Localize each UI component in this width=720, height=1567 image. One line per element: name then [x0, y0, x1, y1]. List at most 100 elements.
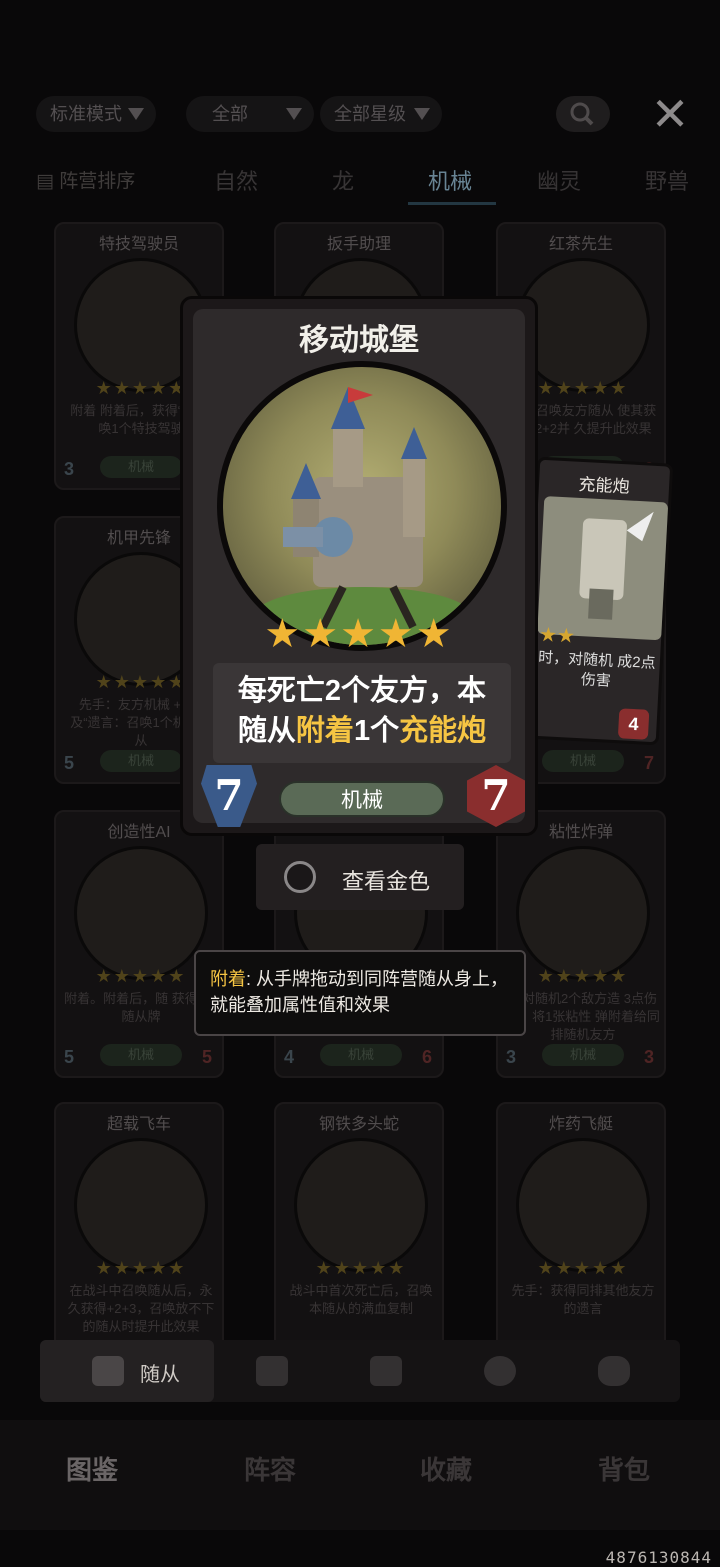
card-health: 7	[643, 753, 654, 773]
sort-icon: ▤	[36, 171, 54, 192]
subtab-spells-icon[interactable]	[256, 1356, 288, 1386]
user-id: 4876130844	[605, 1548, 712, 1567]
tab-mech[interactable]: 机械	[428, 164, 472, 196]
card-attack: 3	[64, 459, 75, 479]
search-button[interactable]	[556, 96, 610, 132]
card-attack: 4	[284, 1047, 295, 1067]
featured-card-stars: ★★★★★	[264, 612, 454, 656]
card-name: 扳手助理	[326, 236, 391, 253]
card-attack: 5	[64, 1047, 75, 1067]
card-stars: ★★★★★	[537, 1258, 629, 1278]
card-health: 4	[617, 708, 650, 740]
subtab-heroes-icon[interactable]	[484, 1356, 516, 1386]
card-tribe-tag: 机械	[100, 456, 182, 478]
featured-card-moving-castle[interactable]: 移动城堡 ★★★★★ 每死亡2个友方，本 随从附着1个充能炮 7 机械 7	[180, 296, 538, 836]
featured-card-name: 移动城堡	[299, 324, 419, 357]
view-gold-label: 查看金色	[342, 869, 431, 894]
scope-filter-label: 全部	[212, 104, 248, 124]
scope-filter-dropdown[interactable]: 全部	[186, 96, 314, 132]
desc-line-1: 每死亡2个友方，本	[237, 675, 487, 707]
active-tab-indicator	[408, 202, 496, 205]
card-overload-car[interactable]: 超载飞车 ★★★★★ 在战斗中召唤随从后，永久获得+2+3，召唤放不下的随从时提…	[54, 1102, 224, 1370]
radio-button[interactable]	[284, 861, 316, 893]
featured-card-art	[217, 361, 507, 651]
card-art	[294, 1138, 428, 1272]
card-art	[516, 846, 650, 980]
card-name: 钢铁多头蛇	[318, 1116, 399, 1133]
keyword-charge-cannon[interactable]: 充能炮	[399, 715, 486, 747]
card-tribe-tag: 机械	[320, 1044, 402, 1066]
card-name: 充能炮	[578, 474, 631, 497]
stars-filter-dropdown[interactable]: 全部星级	[320, 96, 442, 132]
tab-beast[interactable]: 野兽	[645, 164, 689, 196]
card-desc: 时，对随机 成2点伤害	[537, 648, 656, 690]
keyword-attach[interactable]: 附着	[296, 715, 354, 747]
castle-art-icon	[253, 387, 473, 645]
card-art	[74, 846, 208, 980]
nav-collection[interactable]: 收藏	[420, 1450, 472, 1487]
close-icon: ✕	[650, 88, 690, 140]
card-health: 3	[643, 1047, 654, 1067]
view-gold-toggle[interactable]: 查看金色	[256, 844, 464, 910]
card-name: 红茶先生	[548, 236, 613, 253]
featured-card-tribe-tag: 机械	[279, 781, 445, 817]
minion-card-icon	[92, 1356, 124, 1386]
card-attack: 5	[64, 753, 75, 773]
card-name: 炸药飞艇	[548, 1116, 613, 1133]
desc-text: 1个	[353, 715, 400, 747]
collection-subtabs: 随从	[40, 1340, 680, 1402]
desc-text: 随从	[237, 715, 296, 747]
tooltip-text: : 从手牌拖动到同阵营随从身上，就能叠加属性值和效果	[210, 969, 509, 1015]
card-stars: ★★	[538, 623, 576, 648]
featured-card-desc: 每死亡2个友方，本 随从附着1个充能炮	[213, 663, 511, 763]
stars-filter-label: 全部星级	[334, 104, 406, 124]
nav-lineup[interactable]: 阵容	[244, 1450, 296, 1487]
tab-nature[interactable]: 自然	[214, 164, 258, 196]
card-health: 5	[201, 1047, 212, 1067]
card-stars: ★★★★★	[95, 1258, 187, 1278]
card-stars: ★★★★★	[537, 966, 629, 986]
faction-sort-button[interactable]: ▤ 阵营排序	[36, 166, 135, 193]
card-health: 6	[421, 1047, 432, 1067]
chevron-down-icon	[286, 108, 302, 120]
subtab-pets-icon[interactable]	[598, 1356, 630, 1386]
card-desc: 在战斗中召唤随从后，永久获得+2+3，召唤放不下的随从时提升此效果	[67, 1283, 215, 1334]
card-explosive-airship[interactable]: 炸药飞艇 ★★★★★ 先手：获得同排其他友方的遗言	[496, 1102, 666, 1370]
subtab-items-icon[interactable]	[370, 1356, 402, 1386]
nav-backpack[interactable]: 背包	[598, 1450, 650, 1487]
mode-filter-dropdown[interactable]: 标准模式	[36, 96, 156, 132]
card-tribe-tag: 机械	[100, 750, 182, 772]
card-steel-hydra[interactable]: 钢铁多头蛇 ★★★★★ 战斗中首次死亡后，召唤本随从的满血复制	[274, 1102, 444, 1370]
card-desc: ：对随机2个敌方造 3点伤害，将1张粘性 弹附着给同排随机友方	[506, 991, 660, 1042]
card-stars: ★★★★★	[315, 1258, 407, 1278]
filter-bar: 标准模式 全部 全部星级 ✕	[36, 90, 696, 138]
subtab-minions[interactable]: 随从	[40, 1340, 214, 1402]
tab-ghost[interactable]: 幽灵	[537, 164, 581, 196]
card-art	[516, 1138, 650, 1272]
keyword-tooltip: 附着: 从手牌拖动到同阵营随从身上，就能叠加属性值和效果	[194, 950, 526, 1036]
faction-tabs: ▤ 阵营排序 自然 龙 机械 幽灵 野兽	[0, 160, 720, 206]
mode-filter-label: 标准模式	[50, 104, 122, 124]
subtab-minions-label: 随从	[140, 1364, 180, 1386]
card-art	[74, 1138, 208, 1272]
card-tribe-tag: 机械	[542, 750, 624, 772]
nav-codex[interactable]: 图鉴	[66, 1450, 118, 1487]
cannon-art-icon	[579, 511, 654, 620]
card-creative-ai[interactable]: 创造性AI ★★★★★ 附着。附着后，随 获得1张随从牌 5 机械 5	[54, 810, 224, 1078]
card-desc: 战斗中首次死亡后，召唤本随从的满血复制	[289, 1283, 433, 1316]
card-art	[537, 496, 669, 641]
card-name: 超载飞车	[106, 1116, 171, 1133]
faction-sort-label: 阵营排序	[59, 171, 136, 192]
card-tribe-tag: 机械	[542, 1044, 624, 1066]
card-desc: 先手：获得同排其他友方的遗言	[511, 1283, 655, 1316]
tooltip-term: 附着	[210, 969, 246, 989]
card-sticky-bomb[interactable]: 粘性炸弹 ★★★★★ ：对随机2个敌方造 3点伤害，将1张粘性 弹附着给同排随机…	[496, 810, 666, 1078]
card-attack: 3	[506, 1047, 517, 1067]
tab-dragon[interactable]: 龙	[332, 164, 354, 196]
search-icon	[570, 102, 594, 126]
card-tribe-tag: 机械	[100, 1044, 182, 1066]
card-charge-cannon[interactable]: 充能炮 ★★ 时，对随机 成2点伤害 4	[522, 456, 674, 746]
close-button[interactable]: ✕	[646, 90, 694, 138]
chevron-down-icon	[414, 108, 430, 120]
bottom-nav: 图鉴 阵容 收藏 背包	[0, 1420, 720, 1530]
